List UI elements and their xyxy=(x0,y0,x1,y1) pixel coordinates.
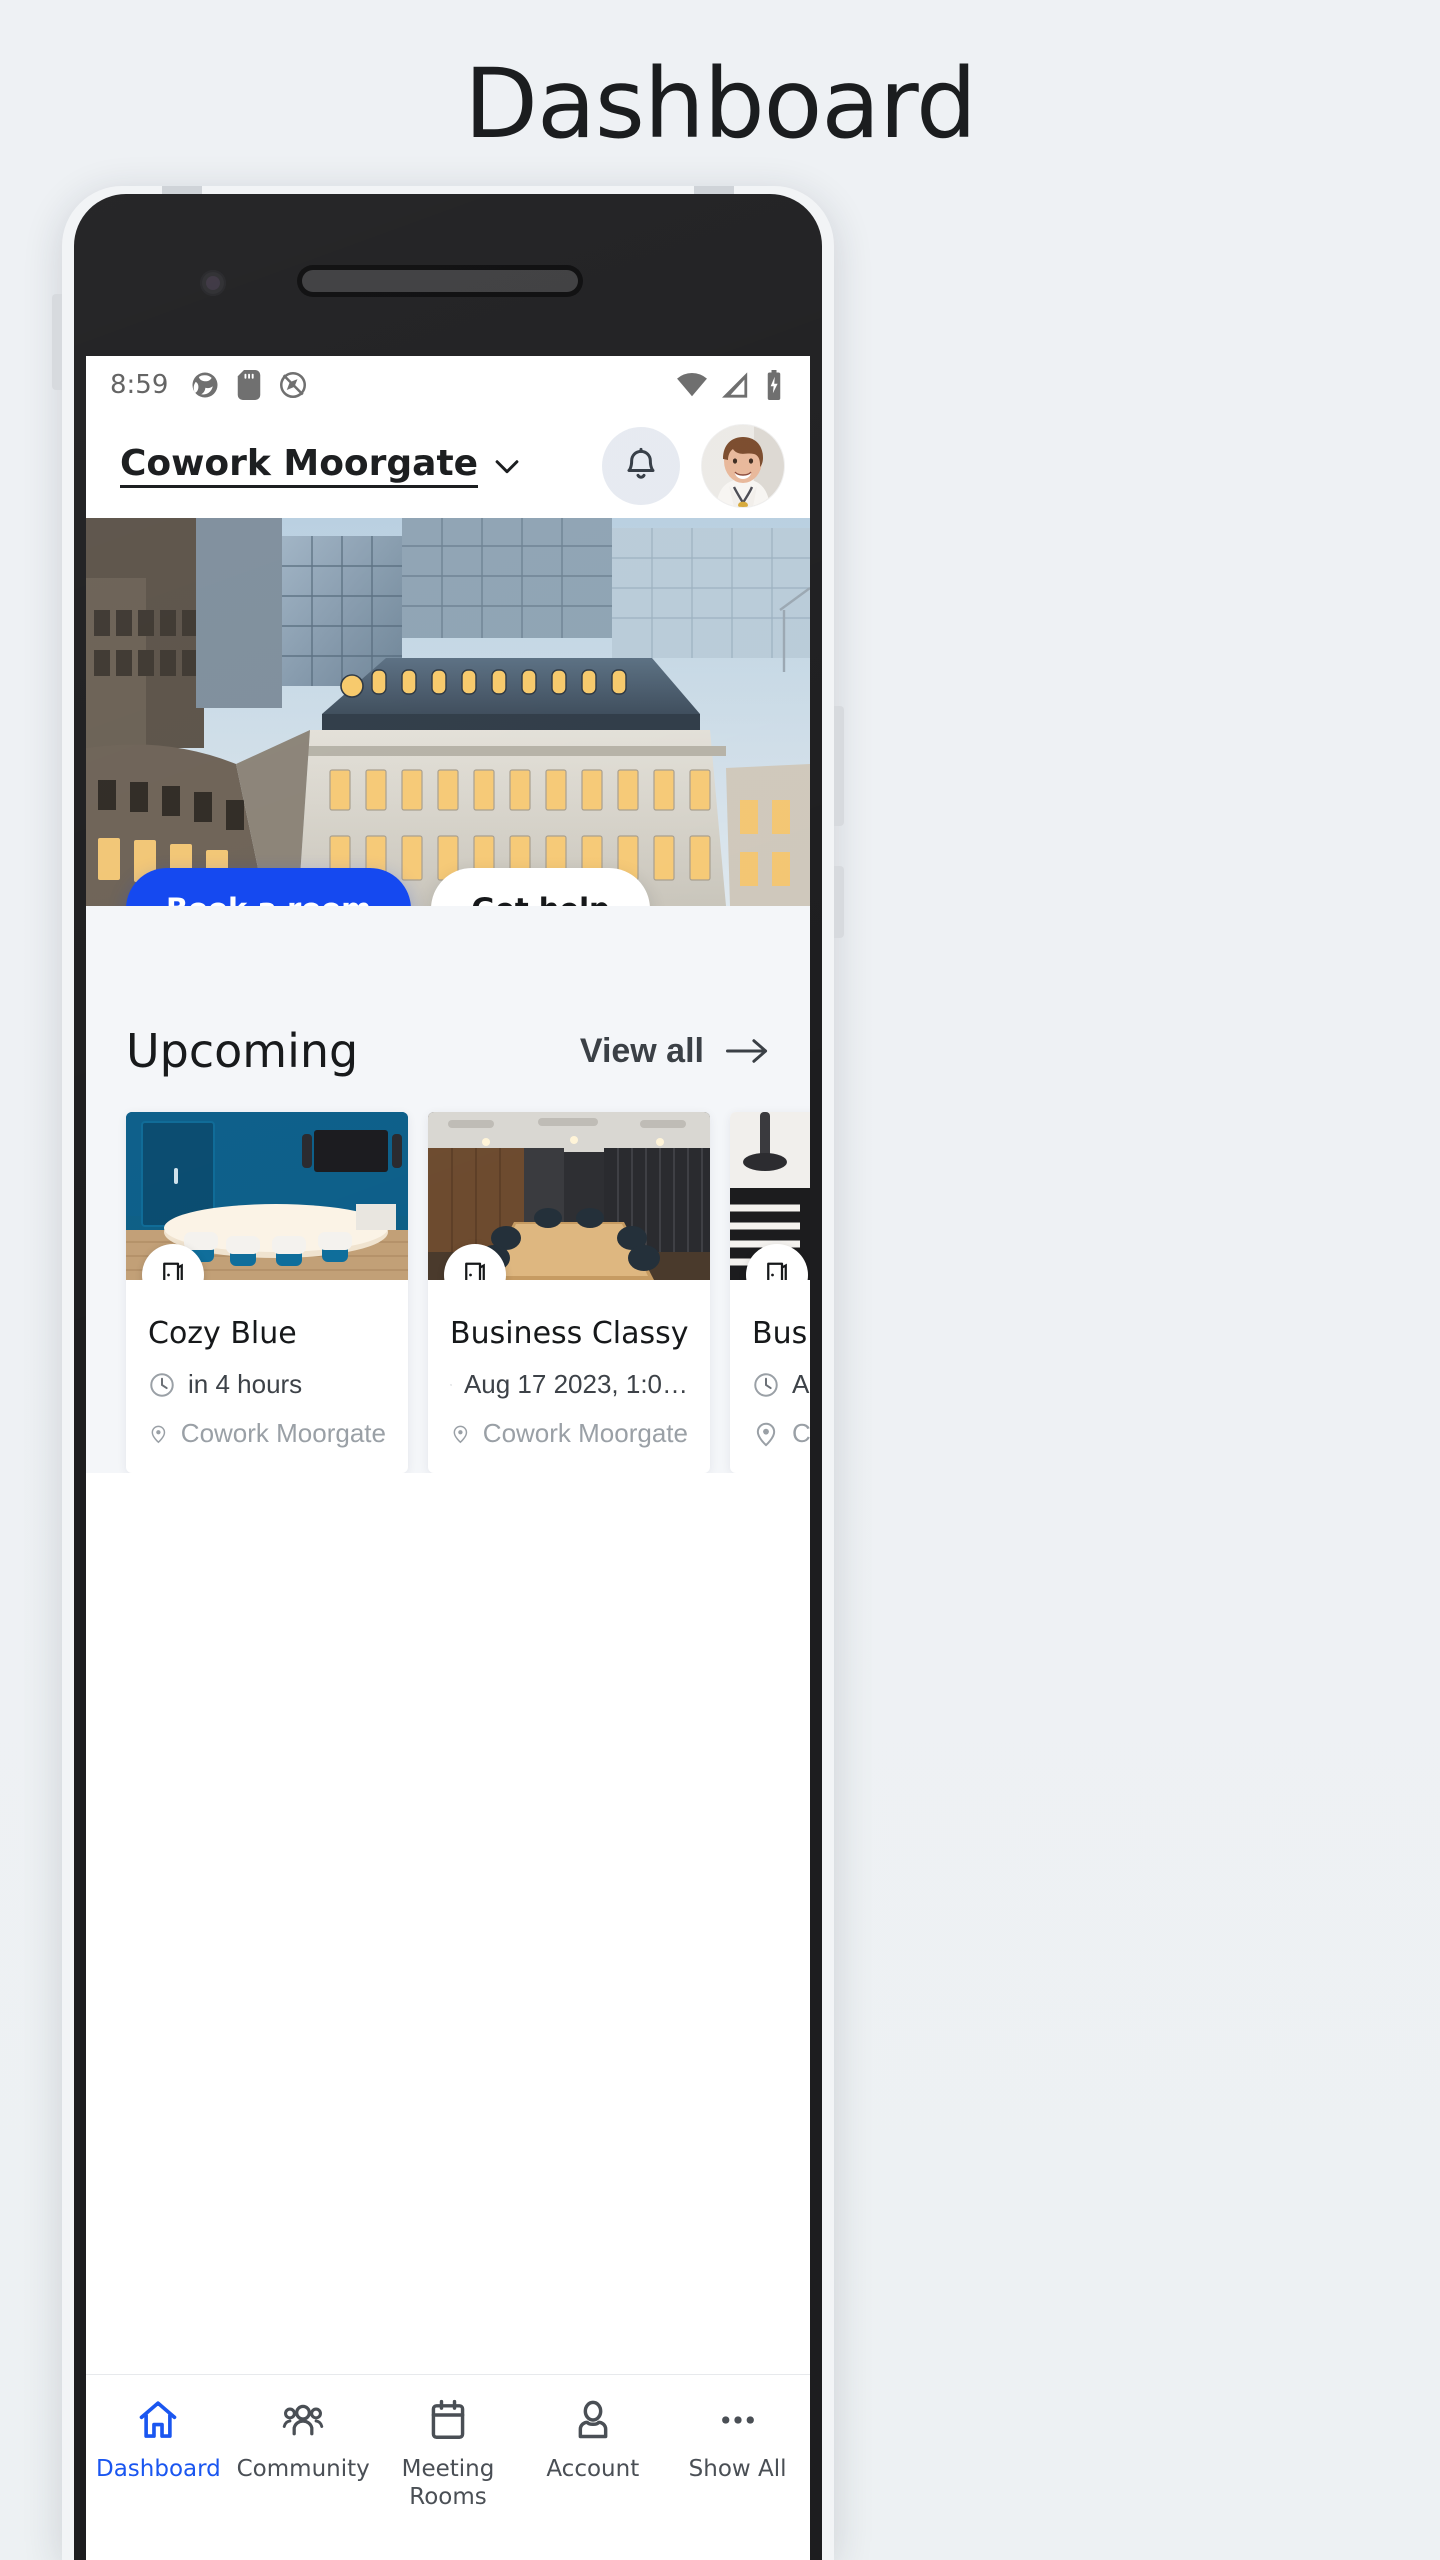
card-location: Cowork Moorgate xyxy=(482,1418,688,1448)
clock-icon xyxy=(450,1383,452,1386)
nav-label: Account xyxy=(546,2456,640,2482)
bell-icon xyxy=(627,447,655,479)
card-title: Business Classy xyxy=(450,1316,689,1351)
location-off-icon xyxy=(280,371,307,399)
device-power-button[interactable] xyxy=(834,866,844,938)
door-icon xyxy=(767,1262,787,1280)
earpiece-speaker xyxy=(302,270,578,292)
card-location: C xyxy=(792,1418,810,1448)
card-image xyxy=(730,1112,810,1280)
bottom-navigation: Dashboard Community Meeting Rooms Accoun… xyxy=(86,2374,810,2560)
card-time: A xyxy=(792,1369,810,1399)
wifi-icon xyxy=(677,373,707,397)
nav-item-community[interactable]: Community xyxy=(231,2397,376,2483)
location-name: Cowork Moorgate xyxy=(120,444,479,488)
card-title: Cozy Blue xyxy=(148,1316,297,1351)
page-title: Dashboard xyxy=(464,48,977,160)
cell-signal-icon xyxy=(722,372,748,398)
sd-card-icon xyxy=(238,370,261,400)
app-body: Upcoming View all Cozy Blue in 4 hours C… xyxy=(86,906,810,1473)
map-pin-icon xyxy=(453,1425,468,1443)
sync-icon xyxy=(192,372,218,398)
person-icon xyxy=(578,2400,608,2439)
card-image xyxy=(428,1112,710,1280)
phone-bezel: 8:59 Cowork Moorgate Upcoming View all C… xyxy=(74,194,822,2560)
card-location-row: Cowork Moorgate xyxy=(450,1418,688,1449)
upcoming-header: Upcoming View all xyxy=(86,998,810,1078)
nav-label: Show All xyxy=(688,2456,787,2482)
status-system-icons xyxy=(676,370,784,400)
card-location: Cowork Moorgate xyxy=(180,1418,386,1448)
card-body: Bus A C xyxy=(730,1280,810,1473)
status-bar: 8:59 xyxy=(86,356,810,414)
map-pin-icon xyxy=(151,1425,166,1443)
nav-item-meeting-rooms[interactable]: Meeting Rooms xyxy=(376,2397,521,2511)
app-header: Cowork Moorgate xyxy=(86,414,810,518)
chevron-down-icon xyxy=(495,460,519,474)
card-time: Aug 17 2023, 1:0… xyxy=(463,1369,688,1399)
nav-item-show-all[interactable]: Show All xyxy=(665,2397,810,2483)
card-body: Business Classy Aug 17 2023, 1:0… Cowork… xyxy=(428,1280,710,1473)
clock-icon xyxy=(150,1372,174,1397)
card-time: in 4 hours xyxy=(188,1369,303,1399)
nav-label: Community xyxy=(236,2456,370,2482)
device-button-left[interactable] xyxy=(52,294,62,390)
card-body: Cozy Blue in 4 hours Cowork Moorgate xyxy=(126,1280,408,1473)
device-volume-button[interactable] xyxy=(834,706,844,826)
notifications-button[interactable] xyxy=(602,427,680,505)
location-selector[interactable]: Cowork Moorgate xyxy=(120,444,524,488)
nav-item-account[interactable]: Account xyxy=(520,2397,665,2483)
book-a-room-button[interactable]: Book a room xyxy=(126,868,412,906)
avatar[interactable] xyxy=(702,425,784,507)
card-location-row: C xyxy=(752,1418,810,1449)
status-time: 8:59 xyxy=(110,370,169,400)
nav-label: Meeting Rooms xyxy=(401,2456,495,2511)
hero-image xyxy=(86,518,810,906)
upcoming-cards-row[interactable]: Cozy Blue in 4 hours Cowork Moorgate Bus… xyxy=(86,1078,810,1473)
status-notification-icons xyxy=(190,370,308,400)
nav-label: Dashboard xyxy=(96,2456,221,2482)
upcoming-card[interactable]: Cozy Blue in 4 hours Cowork Moorgate xyxy=(126,1112,408,1473)
upcoming-card[interactable]: Business Classy Aug 17 2023, 1:0… Cowork… xyxy=(428,1112,710,1473)
card-time-row: A xyxy=(752,1369,810,1400)
page-root: Dashboard 8:59 Cowork Moorgate Upcoming … xyxy=(0,0,1440,2560)
ellipsis-icon xyxy=(721,2416,754,2424)
nav-item-dashboard[interactable]: Dashboard xyxy=(86,2397,231,2483)
user-avatar-photo xyxy=(702,425,784,507)
get-help-button[interactable]: Get help xyxy=(431,868,650,906)
hero-cta-row: Book a room Get help xyxy=(86,868,810,906)
upcoming-card[interactable]: Bus A C xyxy=(730,1112,810,1473)
view-all-button[interactable]: View all xyxy=(580,1032,770,1071)
clock-icon xyxy=(754,1372,778,1397)
front-camera-icon xyxy=(200,270,226,296)
card-time-row: Aug 17 2023, 1:0… xyxy=(450,1369,688,1400)
calendar-icon xyxy=(431,2399,465,2439)
card-image xyxy=(126,1112,408,1280)
upcoming-title: Upcoming xyxy=(126,1024,359,1078)
home-icon xyxy=(140,2401,177,2438)
phone-screen: 8:59 Cowork Moorgate Upcoming View all C… xyxy=(86,356,810,2560)
phone-device-frame: 8:59 Cowork Moorgate Upcoming View all C… xyxy=(52,186,844,2560)
card-location-row: Cowork Moorgate xyxy=(148,1418,386,1449)
battery-charging-icon xyxy=(767,370,781,400)
header-actions xyxy=(602,425,784,507)
view-all-label: View all xyxy=(579,1031,704,1070)
hero-banner: Book a room Get help xyxy=(86,518,810,906)
card-time-row: in 4 hours xyxy=(148,1369,386,1400)
door-icon xyxy=(163,1262,183,1280)
arrow-right-icon xyxy=(726,1039,768,1063)
door-icon xyxy=(465,1262,485,1280)
map-pin-icon xyxy=(756,1422,776,1446)
card-title: Bus xyxy=(752,1316,808,1351)
people-icon xyxy=(282,2404,324,2436)
